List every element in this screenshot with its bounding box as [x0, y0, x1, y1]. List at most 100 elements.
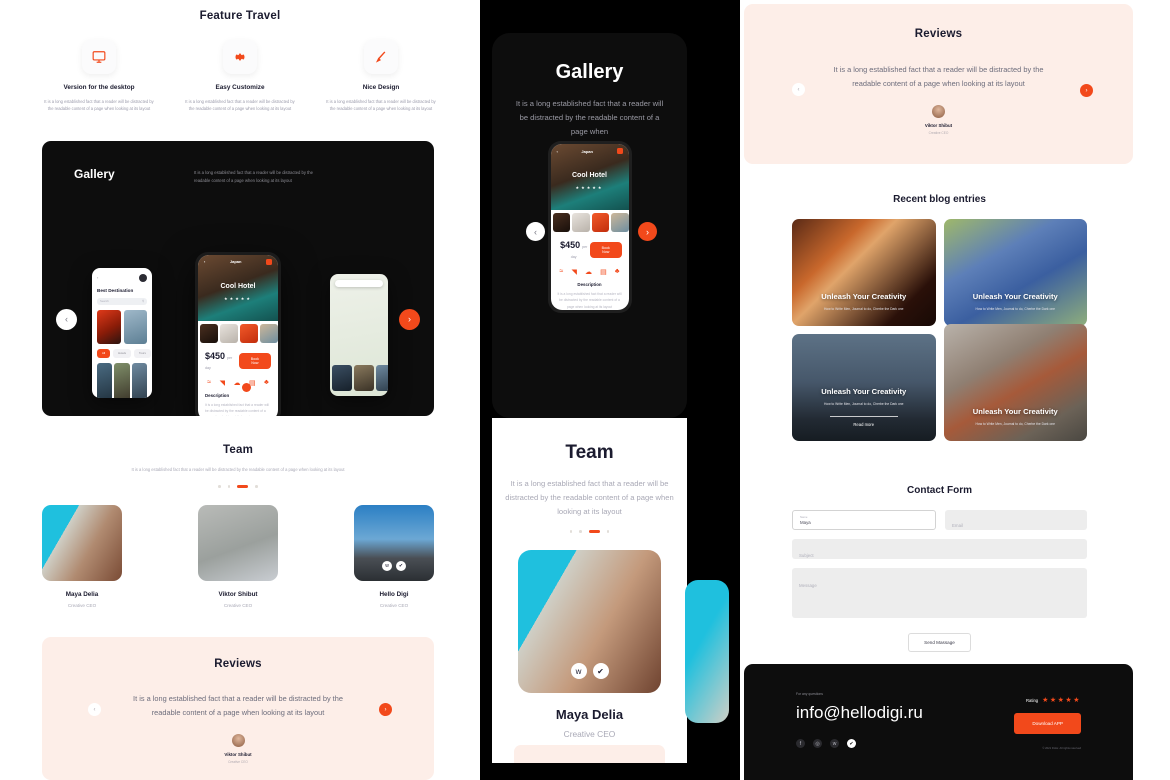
facebook-icon[interactable]: f: [796, 739, 805, 748]
gallery-next-button-mobile[interactable]: ›: [638, 222, 657, 241]
team-member-card-next-peek[interactable]: [685, 580, 729, 723]
team-dot-3-active[interactable]: [588, 530, 600, 534]
gallery-prev-button[interactable]: ‹: [56, 308, 77, 330]
blog-grid: Unleash Your Creativity How to Write Men…: [792, 219, 1087, 441]
contact-form-section: Contact Form Name Maya Email Subject Mes…: [792, 485, 1087, 652]
book-now-button[interactable]: Book Now: [589, 242, 622, 258]
blog-card-heading: Unleash Your Creativity: [972, 291, 1058, 301]
pinterest-icon[interactable]: w: [570, 663, 587, 680]
twitter-icon[interactable]: ✔: [847, 739, 856, 748]
hotel-thumbnail[interactable]: [200, 323, 218, 343]
team-dot-4[interactable]: [255, 485, 258, 488]
blog-card[interactable]: Unleash Your Creativity How to Write Men…: [943, 324, 1087, 441]
blog-card[interactable]: Unleash Your Creativity How to Write Men…: [792, 334, 936, 441]
pinterest-icon[interactable]: w: [830, 739, 839, 748]
hotel-price-row: $450 per day Book Now: [198, 346, 278, 375]
desktop-icon: [82, 40, 116, 74]
footer-email[interactable]: info@hellodigi.ru: [796, 703, 923, 723]
team-member-role: Creative CEO: [563, 729, 616, 740]
hotel-thumbnail[interactable]: [611, 213, 629, 232]
gallery-dot-2[interactable]: [241, 383, 251, 392]
reviews-next-button[interactable]: ›: [1080, 84, 1093, 97]
reviews-next-button[interactable]: ›: [379, 703, 392, 716]
feature-card-desktop[interactable]: Version for the desktop It is a long est…: [42, 40, 156, 112]
team-member-name: Maya Delia: [555, 707, 624, 723]
hotel-thumbnail[interactable]: [220, 323, 238, 343]
hotel-thumbnail[interactable]: [240, 323, 258, 343]
book-now-button[interactable]: Book Now: [238, 352, 271, 369]
hotel-price: $450 per day: [558, 240, 590, 260]
blog-card[interactable]: Unleash Your Creativity How to Write Men…: [792, 219, 936, 326]
team-dot-2[interactable]: [579, 530, 582, 533]
chip-tours[interactable]: Tours: [134, 348, 151, 358]
reviewer-avatar: [932, 105, 945, 119]
gallery-dot-1[interactable]: [225, 383, 235, 392]
team-member-role: Creative CEO: [67, 602, 97, 608]
blog-title: Recent blog entries: [893, 194, 986, 205]
menu-icon[interactable]: [266, 258, 272, 265]
hotel-description-text: It is a long established fact that a rea…: [205, 402, 269, 416]
gallery-subtitle-mobile: It is a long established fact that a rea…: [515, 99, 664, 137]
team-member-card[interactable]: Viktor Shibut Creative CEO: [198, 504, 278, 608]
back-icon[interactable]: ‹: [204, 259, 205, 264]
team-dot-1[interactable]: [569, 530, 573, 533]
gallery-next-button[interactable]: ›: [399, 308, 420, 330]
destination-cards-grid: [97, 362, 147, 398]
send-message-button[interactable]: Send Massage: [908, 633, 971, 652]
back-icon[interactable]: ‹: [97, 275, 98, 280]
team-subtitle-mobile: It is a long established fact that a rea…: [505, 479, 674, 517]
gallery-prev-button-mobile[interactable]: ‹: [526, 222, 545, 241]
reviews-section: Reviews It is a long established fact th…: [744, 4, 1133, 164]
blog-read-more-button[interactable]: Read more: [829, 416, 898, 427]
team-dot-4[interactable]: [606, 530, 610, 533]
phone-mock-destinations[interactable]: ‹ Best Destination Search ⚲ All Hotels T…: [92, 267, 152, 398]
team-member-card[interactable]: w ✔ Hello Digi Creative CEO: [354, 504, 434, 608]
phone-mock-map[interactable]: [330, 273, 388, 396]
feature-card-customize[interactable]: Easy Customize It is a long established …: [183, 40, 297, 112]
download-app-button[interactable]: Download APP: [1014, 713, 1081, 734]
menu-icon[interactable]: [616, 148, 623, 154]
destinations-search-input[interactable]: Search ⚲: [97, 297, 147, 305]
hotel-thumbnail[interactable]: [260, 323, 278, 343]
footer-contact-block: For any questions info@hellodigi.ru f ◎ …: [796, 692, 923, 780]
team-member-card-mobile[interactable]: w ✔ Maya Delia Creative CEO: [518, 550, 661, 739]
reviews-prev-button[interactable]: ‹: [88, 703, 101, 716]
email-field[interactable]: Email: [945, 510, 1087, 530]
twitter-icon[interactable]: ✔: [592, 663, 609, 680]
chip-all[interactable]: All: [97, 348, 111, 358]
team-pagination-mobile: [492, 530, 687, 534]
feature-card-design[interactable]: Nice Design It is a long established fac…: [324, 40, 438, 112]
team-dot-1[interactable]: [218, 485, 221, 488]
pinterest-icon[interactable]: w: [382, 560, 392, 571]
destination-card[interactable]: [123, 309, 147, 344]
team-subtitle: It is a long established fact that a rea…: [131, 467, 345, 472]
reviewer-avatar: [231, 734, 245, 748]
destination-card[interactable]: [114, 362, 130, 398]
hotel-thumbnail[interactable]: [591, 213, 609, 232]
destination-card[interactable]: [97, 362, 113, 398]
instagram-icon[interactable]: ◎: [813, 739, 822, 748]
team-member-name: Hello Digi: [379, 590, 409, 598]
twitter-icon[interactable]: ✔: [396, 560, 406, 571]
hotel-thumbnail[interactable]: [572, 213, 590, 232]
hotel-thumbnail[interactable]: [552, 213, 570, 232]
chip-hotels[interactable]: Hotels: [113, 348, 132, 358]
reviews-prev-button[interactable]: ‹: [792, 83, 805, 96]
blog-card[interactable]: Unleash Your Creativity How to Write Men…: [943, 219, 1087, 326]
phone-mock-hotel-detail-mobile[interactable]: ‹ Japan Cool Hotel ★★★★★ $450 per day Bo…: [547, 141, 632, 313]
feature-card-desc: It is a long established fact that a rea…: [44, 99, 154, 112]
blog-card-heading: Unleash Your Creativity: [821, 291, 907, 301]
team-dot-3-active[interactable]: [237, 484, 249, 488]
reviews-title: Reviews: [914, 28, 963, 40]
back-icon[interactable]: ‹: [557, 149, 558, 154]
message-field[interactable]: Message: [792, 568, 1087, 618]
destination-card[interactable]: [131, 362, 147, 398]
name-field[interactable]: Name Maya: [792, 510, 936, 530]
destination-card[interactable]: [97, 309, 121, 344]
map-search-input[interactable]: [335, 279, 383, 287]
team-member-photo: w ✔: [354, 504, 434, 581]
team-member-card[interactable]: Maya Delia Creative CEO: [42, 504, 122, 608]
subject-field[interactable]: Subject: [792, 539, 1087, 559]
team-dot-2[interactable]: [227, 485, 231, 488]
feature-card-title: Version for the desktop: [63, 84, 135, 91]
